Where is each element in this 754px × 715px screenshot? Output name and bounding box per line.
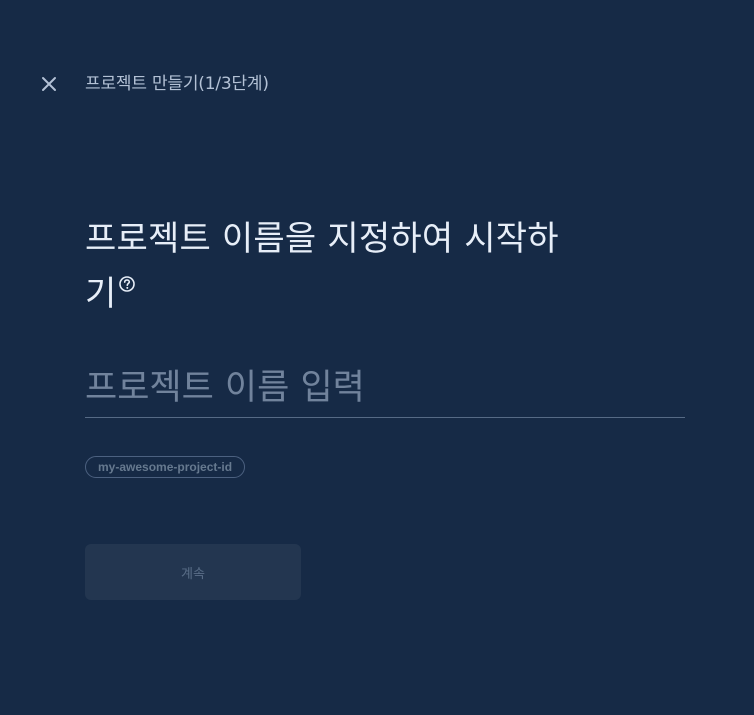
continue-button-label: 계속 bbox=[181, 566, 205, 582]
project-name-input[interactable] bbox=[85, 358, 685, 418]
continue-button[interactable]: 계속 bbox=[85, 544, 301, 600]
heading: 프로젝트 이름을 지정하여 시작하기 bbox=[85, 212, 565, 322]
project-id-chip[interactable]: my-awesome-project-id bbox=[85, 456, 246, 478]
heading-text: 프로젝트 이름을 지정하여 시작하기 bbox=[85, 219, 559, 314]
close-button[interactable] bbox=[36, 71, 62, 97]
help-circle-icon[interactable] bbox=[118, 275, 136, 293]
page-title: 프로젝트 만들기(1/3단계) bbox=[85, 74, 269, 94]
close-icon bbox=[41, 76, 57, 92]
